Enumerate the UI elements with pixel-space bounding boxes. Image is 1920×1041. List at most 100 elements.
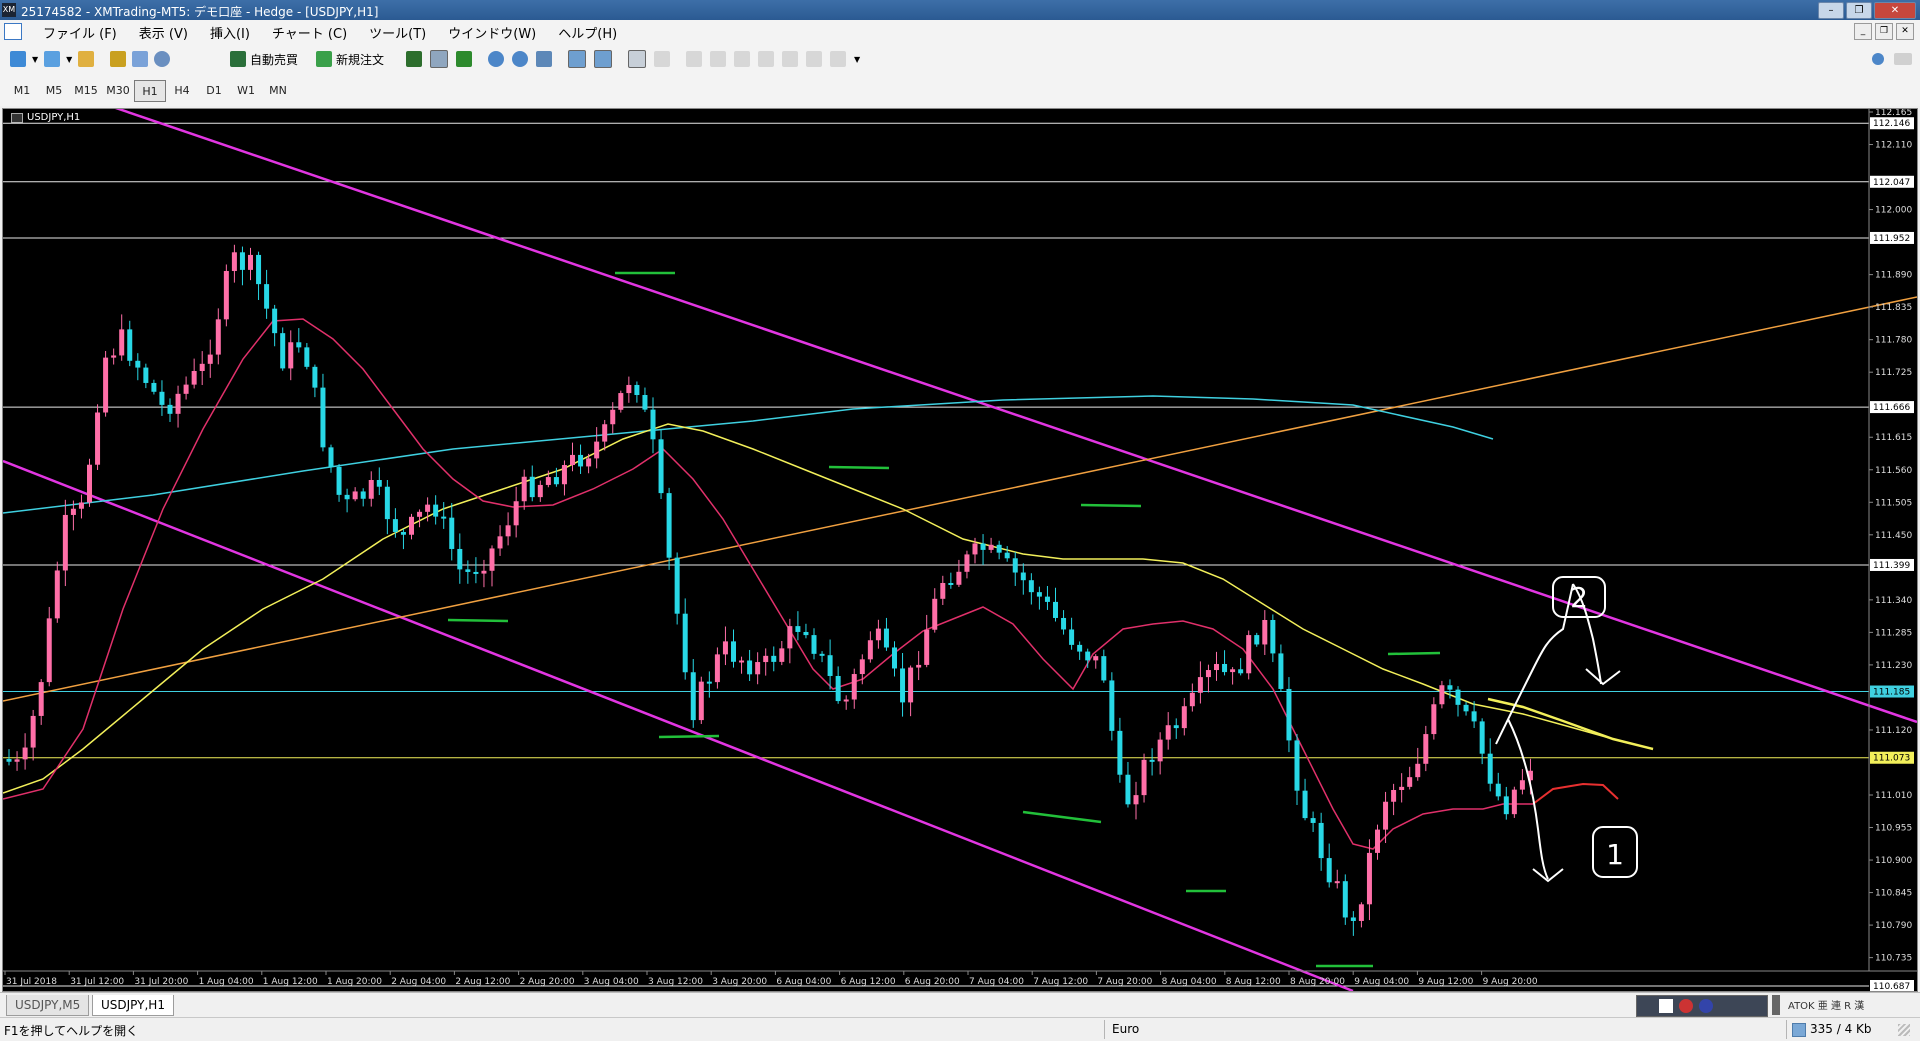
candle-body [497,536,503,549]
search-icon[interactable] [1872,53,1884,65]
chart-window-icon[interactable] [4,23,22,40]
line-chart-icon[interactable] [456,51,472,67]
candlestick-chart-icon[interactable] [430,50,448,68]
tile-windows-icon[interactable] [536,51,552,67]
channel-lower-line[interactable] [3,459,1354,991]
fibonacci-icon[interactable] [782,51,798,67]
time-tick-label: 3 Aug 12:00 [648,977,703,987]
auto-trading-button[interactable]: 自動売買 [230,48,298,70]
candle-body [312,366,318,388]
bar-chart-icon[interactable] [406,51,422,67]
minimize-button[interactable]: – [1818,2,1844,19]
child-close-button[interactable]: ✕ [1896,23,1914,40]
tab-usdjpy-m5[interactable]: USDJPY,M5 [6,995,90,1016]
chart-window[interactable]: USDJPY,H1 2 1 112.165 112.110 112.000 11… [2,108,1918,992]
shapes-icon[interactable] [830,51,846,67]
new-order-button[interactable]: 新規注文 [316,48,384,70]
menu-window[interactable]: ウインドウ(W) [437,23,547,42]
menu-view[interactable]: 表示 (V) [128,23,199,42]
ime-toolbar[interactable] [1636,995,1768,1017]
ime-help-icon [1698,999,1713,1013]
arrowhead-path[interactable] [1585,668,1621,686]
candle-body [1431,704,1437,735]
arrowhead-path[interactable] [1532,868,1564,883]
candle-body [1439,685,1445,705]
timeframe-d1[interactable]: D1 [198,80,230,102]
candle-body [594,441,600,459]
auto-scroll-icon[interactable] [568,50,586,68]
close-button[interactable]: ✕ [1874,2,1916,19]
menu-file[interactable]: ファイル (F) [32,23,128,42]
zoom-out-icon[interactable] [512,51,528,67]
candle-body [578,454,584,467]
candle-body [690,672,696,721]
candle-body [1286,688,1292,741]
menu-tools[interactable]: ツール(T) [358,23,437,42]
dropdown-arrow-icon[interactable]: ▼ [32,55,38,64]
candle-body [175,393,181,414]
price-chart[interactable]: 2 1 112.165112.110112.000111.890111.8351… [3,109,1917,991]
ma-fast-projection [1532,782,1619,805]
trend-line-icon[interactable] [734,51,750,67]
candle-body [1028,580,1034,593]
horizontal-line-icon[interactable] [710,51,726,67]
time-tick-label: 7 Aug 04:00 [969,977,1024,987]
new-order-label: 新規注文 [336,52,385,67]
price-tick-label: 111.725 [1875,368,1912,378]
candle-body [151,382,157,392]
resize-grip-icon[interactable] [1898,1024,1910,1036]
candle-body [159,391,165,405]
channel-upper-line[interactable] [113,109,1917,724]
crosshair-icon[interactable] [654,51,670,67]
child-minimize-button[interactable]: _ [1854,23,1872,40]
candle-body [843,699,849,702]
timeframe-h4[interactable]: H4 [166,80,198,102]
candle-body [1077,644,1083,652]
price-tick-label: 110.845 [1875,889,1912,899]
candle-body [883,628,889,648]
new-chart-icon[interactable] [10,51,26,67]
candle-body [1455,689,1461,705]
candle-body [1511,789,1517,815]
timeframe-m30[interactable]: M30 [102,80,134,102]
time-tick-label: 3 Aug 04:00 [584,977,639,987]
candle-body [505,525,511,537]
time-tick-label: 31 Jul 12:00 [70,977,124,987]
menu-help[interactable]: ヘルプ(H) [547,23,628,42]
candle-body [867,640,873,660]
timeframe-m5[interactable]: M5 [38,80,70,102]
dropdown-arrow-icon[interactable]: ▼ [66,55,72,64]
chat-icon[interactable] [1894,53,1912,65]
timeframe-w1[interactable]: W1 [230,80,262,102]
candle-body [916,664,922,668]
child-restore-button[interactable]: ❐ [1875,23,1893,40]
maximize-button[interactable]: ❐ [1846,2,1872,19]
vertical-line-icon[interactable] [686,51,702,67]
candle-body [449,517,455,549]
menu-insert[interactable]: 挿入(I) [199,23,261,42]
signals-icon[interactable] [154,51,171,67]
text-icon[interactable] [806,51,822,67]
tab-usdjpy-h1[interactable]: USDJPY,H1 [92,995,174,1016]
navigator-icon[interactable] [78,51,95,67]
candle-body [1471,711,1477,722]
equidistant-channel-icon[interactable] [758,51,774,67]
candle-body [215,319,221,355]
cursor-icon[interactable] [628,50,646,68]
chart-shift-icon[interactable] [594,50,612,68]
data-window-icon[interactable] [132,51,149,67]
timeframe-mn[interactable]: MN [262,80,294,102]
candle-body [642,395,648,410]
candle-body [1487,753,1493,784]
timeframe-m1[interactable]: M1 [6,80,38,102]
market-watch-icon[interactable] [110,51,127,67]
time-tick-label: 1 Aug 04:00 [199,977,254,987]
menu-chart[interactable]: チャート (C) [261,23,358,42]
zoom-in-icon[interactable] [488,51,504,67]
level-price-label: 111.073 [1873,754,1910,764]
timeframe-h1[interactable]: H1 [134,80,166,102]
timeframe-m15[interactable]: M15 [70,80,102,102]
dropdown-arrow-icon[interactable]: ▼ [854,55,860,64]
candle-body [972,543,978,555]
profiles-icon[interactable] [44,51,61,67]
